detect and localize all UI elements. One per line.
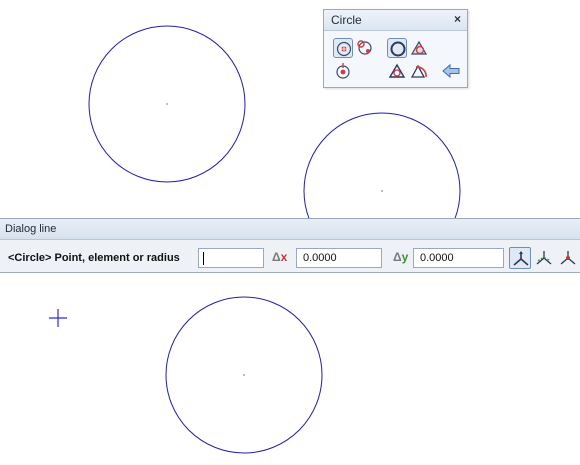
triangle-circle-fill-button[interactable] xyxy=(409,38,429,58)
delta-x-label: Δx xyxy=(272,250,287,264)
circle-3-center-point xyxy=(243,374,245,376)
triangle-circle-fill-icon xyxy=(410,40,428,55)
circle-1-center-point xyxy=(166,103,168,105)
delta-y-letter: y xyxy=(401,250,409,264)
circle-element-snap-icon xyxy=(357,40,372,55)
circle-element-snap-button[interactable] xyxy=(355,38,375,58)
delta-y-input[interactable]: 0.0000 xyxy=(413,248,504,268)
delta-y-label: Δy xyxy=(393,250,408,264)
triangle-arc-button[interactable] xyxy=(409,61,429,81)
point-element-radius-input[interactable] xyxy=(198,248,264,268)
axis-polar-icon xyxy=(560,251,576,265)
delta-x-input[interactable]: 0.0000 xyxy=(296,248,382,268)
circle-center-point-icon xyxy=(336,41,352,57)
axis-delta-icon xyxy=(536,251,552,265)
triangle-circle-icon xyxy=(388,63,406,78)
dialog-prompt: <Circle> Point, element or radius xyxy=(8,252,180,264)
dialog-line-panel: Dialog line <Circle> Point, element or r… xyxy=(0,218,580,273)
back-arrow-button[interactable] xyxy=(441,61,461,81)
circle-toolbar-title: Circle xyxy=(331,13,362,27)
delta-x-symbol: Δ xyxy=(272,250,281,264)
triangle-circle-button[interactable] xyxy=(387,61,407,81)
circle-2-center-point xyxy=(381,190,383,192)
delta-y-symbol: Δ xyxy=(393,250,402,264)
close-icon[interactable]: × xyxy=(454,12,461,26)
circle-outline-button[interactable] xyxy=(387,38,407,58)
axis-polar-button[interactable] xyxy=(557,247,579,269)
circle-outline-icon xyxy=(390,41,406,57)
axis-mode-icon xyxy=(513,251,529,266)
crosshair-cursor-icon xyxy=(49,309,67,327)
delta-y-value: 0.0000 xyxy=(420,252,454,264)
dialog-line-title: Dialog line xyxy=(5,223,57,235)
triangle-arc-icon xyxy=(410,64,427,78)
delta-x-letter: x xyxy=(280,250,288,264)
back-arrow-icon xyxy=(442,63,460,79)
delta-x-value: 0.0000 xyxy=(303,252,337,264)
axis-mode-button[interactable] xyxy=(509,247,531,269)
text-caret xyxy=(203,252,204,265)
circle-toolbar: Circle × xyxy=(323,9,468,88)
circle-point-down-icon xyxy=(336,63,350,79)
circle-center-point-button[interactable] xyxy=(333,38,353,58)
axis-delta-button[interactable] xyxy=(533,247,555,269)
dialog-line-titlebar[interactable]: Dialog line xyxy=(0,219,580,240)
circle-point-down-button[interactable] xyxy=(333,61,353,81)
circle-toolbar-titlebar[interactable]: Circle × xyxy=(324,10,467,31)
